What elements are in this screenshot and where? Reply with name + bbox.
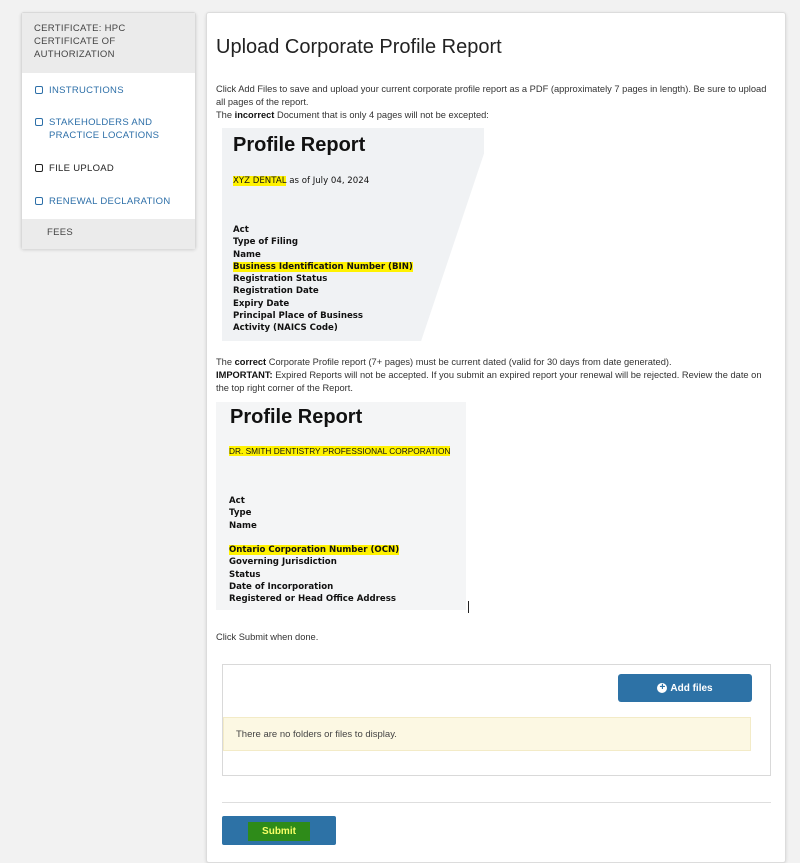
- incorrect-report-image: Profile Report XYZ DENTAL as of July 04,…: [222, 128, 484, 341]
- divider: [222, 802, 771, 803]
- intro-text: Click Add Files to save and upload your …: [216, 84, 767, 120]
- correct-text: The correct Corporate Profile report (7+…: [216, 357, 762, 393]
- sidebar-item-label: FILE UPLOAD: [49, 163, 115, 174]
- plus-circle-icon: +: [657, 683, 668, 693]
- checkbox-icon: [35, 164, 43, 172]
- report-name-line: XYZ DENTAL as of July 04, 2024: [233, 176, 370, 186]
- empty-files-notice: There are no folders or files to display…: [223, 717, 751, 751]
- report-title: Profile Report: [230, 406, 363, 428]
- sidebar-item-instructions[interactable]: INSTRUCTIONS: [35, 84, 124, 97]
- page-title: Upload Corporate Profile Report: [216, 36, 502, 58]
- sidebar-item-label: STAKEHOLDERS AND PRACTICE LOCATIONS: [49, 117, 160, 141]
- report-title: Profile Report: [233, 134, 366, 156]
- correct-report-image: Profile Report DR. SMITH DENTISTRY PROFE…: [216, 402, 466, 610]
- sidebar-item-stakeholders[interactable]: STAKEHOLDERS AND PRACTICE LOCATIONS: [35, 116, 165, 142]
- main-panel: Upload Corporate Profile Report Click Ad…: [206, 12, 786, 863]
- file-list-panel: + Add files There are no folders or file…: [222, 664, 771, 776]
- add-files-button[interactable]: + Add files: [618, 674, 752, 702]
- report-fields: Act Type of Filing Name Business Identif…: [233, 225, 413, 334]
- sidebar-item-label: RENEWAL DECLARATION: [49, 196, 171, 207]
- report-name-line: DR. SMITH DENTISTRY PROFESSIONAL CORPORA…: [229, 446, 451, 456]
- sidebar-header: CERTIFICATE: HPC CERTIFICATE OF AUTHORIZ…: [22, 13, 195, 73]
- sidebar-item-label: INSTRUCTIONS: [49, 85, 124, 96]
- sidebar-item-file-upload[interactable]: FILE UPLOAD: [35, 162, 114, 175]
- checkbox-icon: [35, 197, 43, 205]
- checkbox-icon: [35, 118, 43, 126]
- sidebar-item-fees[interactable]: FEES: [22, 219, 195, 249]
- click-submit-text: Click Submit when done.: [216, 632, 319, 642]
- text-cursor: [468, 601, 469, 613]
- sidebar-item-renewal-declaration[interactable]: RENEWAL DECLARATION: [35, 195, 170, 208]
- submit-button[interactable]: Submit: [222, 816, 336, 845]
- report-fields: Act Type Name Ontario Corporation Number…: [229, 496, 400, 605]
- sidebar-nav: CERTIFICATE: HPC CERTIFICATE OF AUTHORIZ…: [21, 12, 196, 249]
- checkbox-icon: [35, 86, 43, 94]
